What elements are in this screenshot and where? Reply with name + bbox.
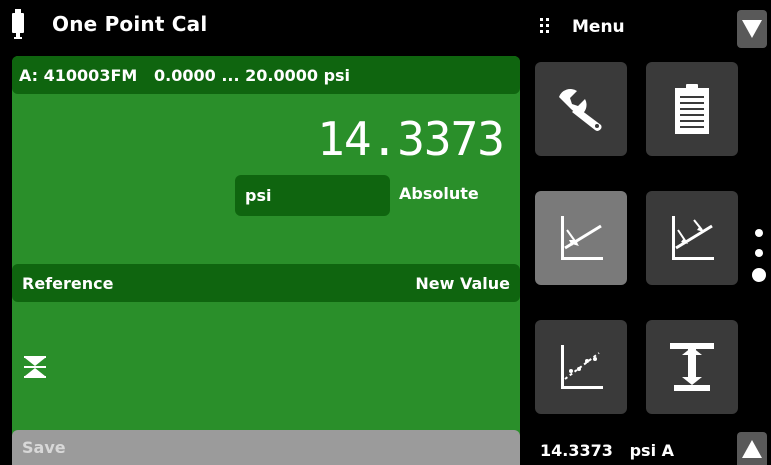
grid-icon[interactable]: [540, 18, 550, 34]
span-tile[interactable]: [646, 320, 738, 414]
battery-icon: [12, 9, 24, 39]
one-point-cal-icon: [561, 216, 603, 260]
linearization-tile[interactable]: [535, 320, 627, 414]
pressure-mode-label[interactable]: Absolute: [399, 184, 479, 203]
two-point-cal-tile[interactable]: [646, 191, 738, 285]
info-document-tile[interactable]: [646, 62, 738, 156]
wrench-icon: [559, 88, 602, 131]
sensor-info-text: A: 410003FM 0.0000 ... 20.0000 psi: [19, 65, 351, 85]
triangle-up-icon: [742, 439, 762, 458]
two-point-cal-icon: [672, 216, 714, 260]
menu-label[interactable]: Menu: [572, 17, 625, 37]
menu-scroll-up-button[interactable]: [737, 432, 767, 465]
page-indicator: [752, 228, 766, 288]
linearization-icon: [561, 345, 603, 389]
pressure-reading: 14.3373: [317, 112, 505, 166]
new-value-label[interactable]: New Value: [415, 274, 510, 293]
span-icon: [670, 343, 714, 391]
unit-label: psi: [245, 186, 272, 205]
zero-hourglass-icon[interactable]: [24, 356, 46, 378]
reference-bar: Reference New Value: [12, 264, 520, 302]
save-label: Save: [22, 438, 66, 457]
one-point-cal-tile[interactable]: [535, 191, 627, 285]
menu-scroll-down-button[interactable]: [737, 10, 767, 48]
reference-label: Reference: [22, 273, 114, 293]
page-title: One Point Cal: [52, 12, 208, 36]
status-reading: 14.3373 psi A: [540, 441, 674, 460]
triangle-down-icon: [742, 20, 762, 38]
readout-panel: A: 410003FM 0.0000 ... 20.0000 psi 14.33…: [12, 56, 520, 465]
unit-selector[interactable]: psi: [235, 175, 390, 216]
document-icon: [675, 84, 709, 134]
save-button[interactable]: Save: [12, 430, 520, 465]
settings-wrench-tile[interactable]: [535, 62, 627, 156]
sensor-info-bar[interactable]: A: 410003FM 0.0000 ... 20.0000 psi: [12, 56, 520, 94]
